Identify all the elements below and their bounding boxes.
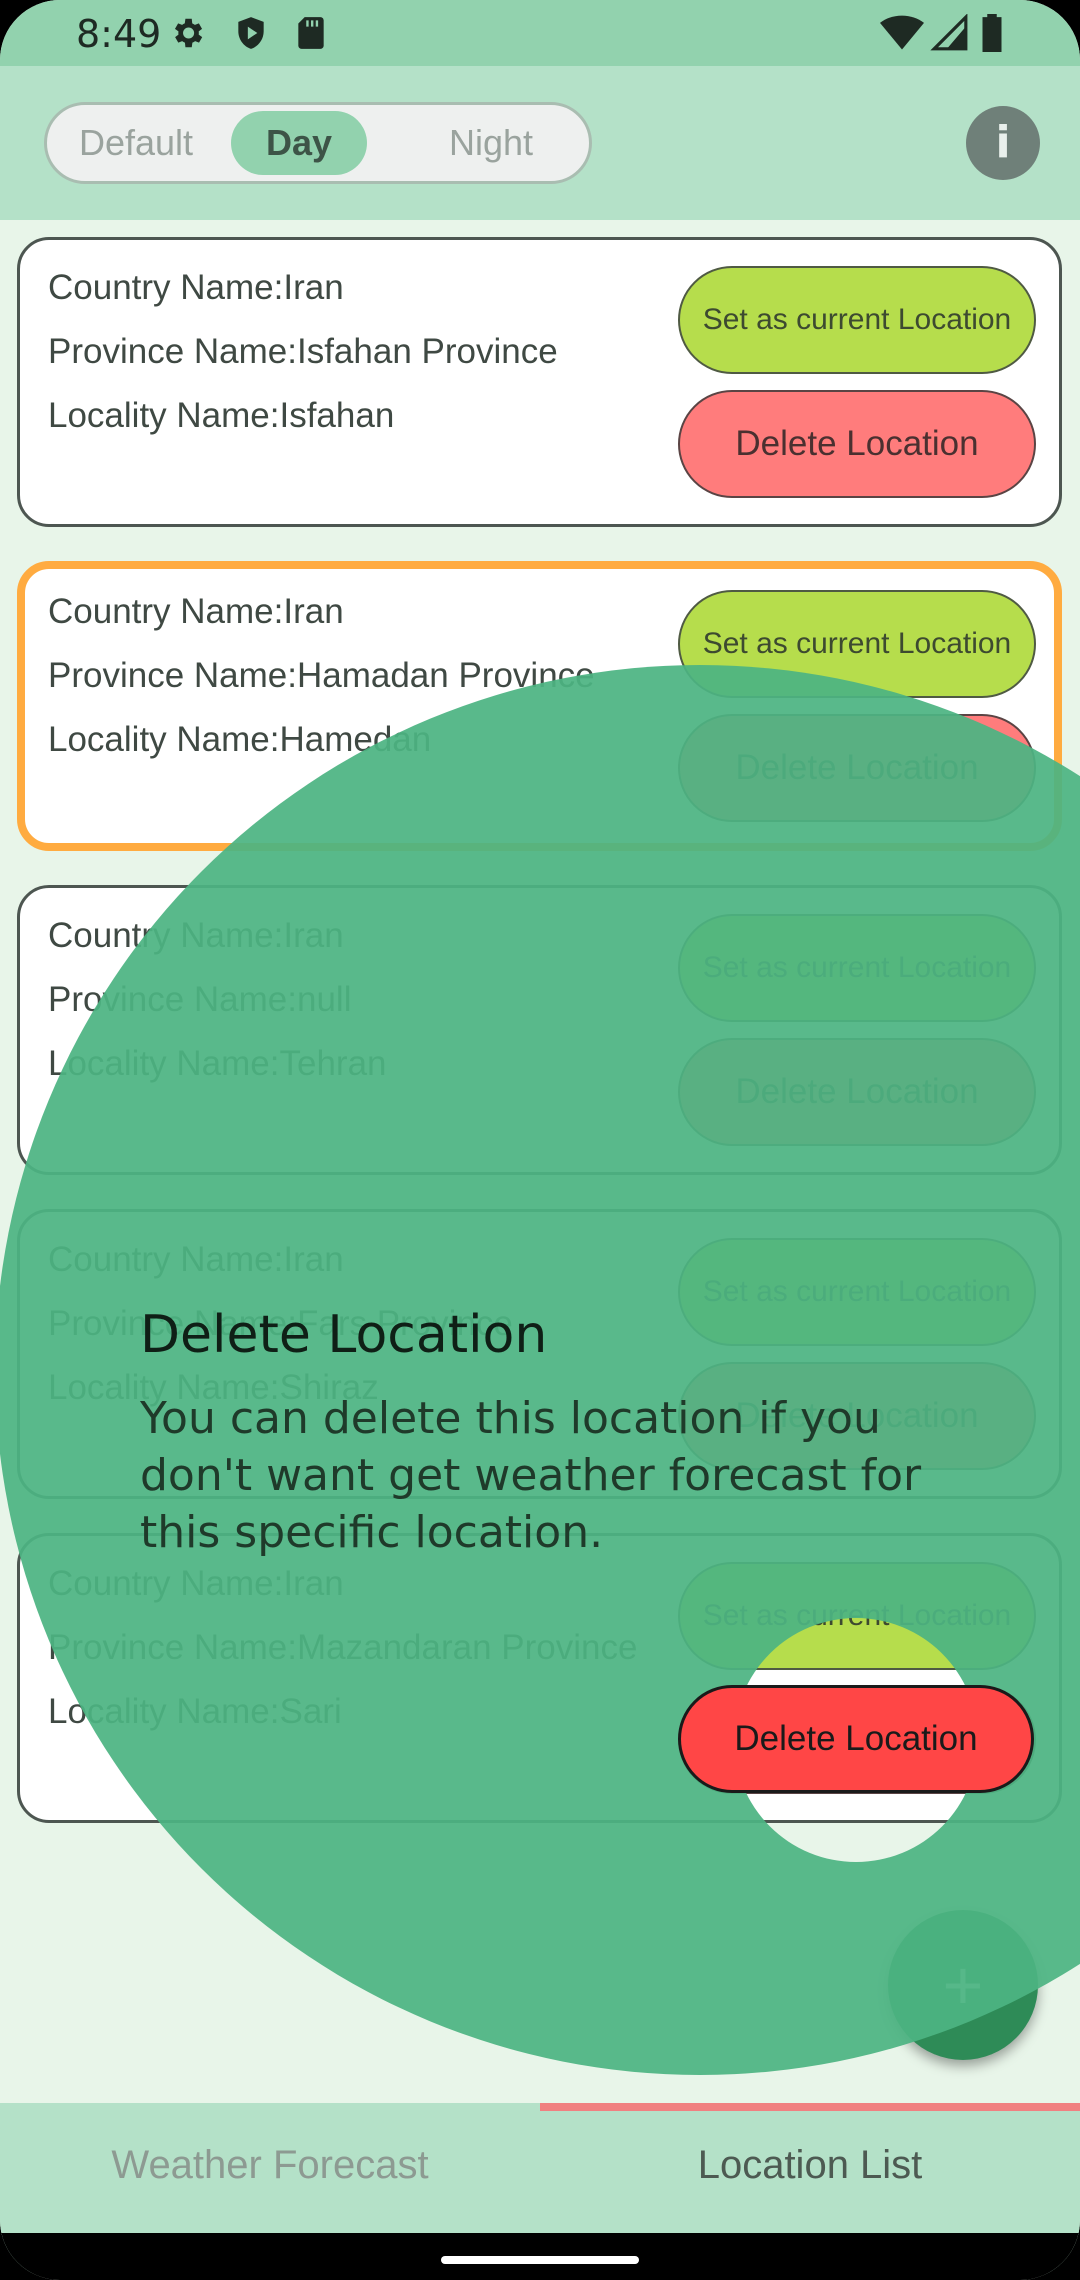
set-current-location-button[interactable]: Set as current Location	[678, 914, 1036, 1022]
location-card[interactable]: Country Name:Iran Province Name:null Loc…	[17, 885, 1062, 1175]
set-current-location-button[interactable]: Set as current Location	[678, 266, 1036, 374]
home-gesture-handle[interactable]	[441, 2256, 639, 2264]
phone-screen: 8:49 Default Day Night i Country Name:Ir…	[0, 0, 1080, 2280]
status-bar: 8:49	[0, 0, 1080, 66]
locality-name: Locality Name:Isfahan	[48, 396, 395, 435]
theme-selector: Default Day Night	[44, 102, 592, 184]
sd-card-icon	[298, 17, 324, 49]
highlighted-delete-location-button[interactable]: Delete Location	[678, 1685, 1034, 1793]
app-top-bar: Default Day Night i	[0, 66, 1080, 220]
country-name: Country Name:Iran	[48, 916, 344, 955]
tab-weather-forecast[interactable]: Weather Forecast	[0, 2143, 540, 2188]
country-name: Country Name:Iran	[48, 1240, 344, 1279]
showcase-title: Delete Location	[140, 1305, 548, 1365]
set-current-location-button[interactable]: Set as current Location	[678, 1238, 1036, 1346]
province-name: Province Name:Mazandaran Province	[48, 1628, 638, 1667]
battery-icon	[982, 14, 1002, 52]
shield-icon	[238, 17, 264, 49]
country-name: Country Name:Iran	[48, 268, 344, 307]
showcase-description: You can delete this location if you don'…	[140, 1393, 922, 1558]
info-button[interactable]: i	[966, 106, 1040, 180]
locality-name: Locality Name:Hamedan	[48, 720, 432, 759]
location-card[interactable]: Country Name:Iran Province Name:Isfahan …	[17, 237, 1062, 527]
theme-option-day[interactable]: Day	[231, 111, 367, 175]
tab-location-list[interactable]: Location List	[540, 2143, 1080, 2188]
province-name: Province Name:Isfahan Province	[48, 332, 558, 371]
set-current-location-button[interactable]: Set as current Location	[678, 1562, 1036, 1670]
theme-option-night[interactable]: Night	[403, 105, 579, 181]
status-time: 8:49	[76, 12, 162, 56]
delete-location-button[interactable]: Delete Location	[678, 390, 1036, 498]
delete-location-button[interactable]: Delete Location	[678, 1038, 1036, 1146]
gear-icon	[174, 18, 203, 48]
info-icon: i	[995, 117, 1011, 168]
plus-icon: +	[942, 1946, 984, 2024]
locality-name: Locality Name:Tehran	[48, 1044, 387, 1083]
location-card-selected[interactable]: Country Name:Iran Province Name:Hamadan …	[17, 561, 1062, 851]
province-name: Province Name:null	[48, 980, 352, 1019]
theme-option-default[interactable]: Default	[47, 105, 225, 181]
locality-name: Locality Name:Sari	[48, 1692, 342, 1731]
country-name: Country Name:Iran	[48, 1564, 344, 1603]
province-name: Province Name:Hamadan Province	[48, 656, 595, 695]
cell-signal-icon	[930, 14, 968, 51]
add-location-button[interactable]: +	[888, 1910, 1038, 2060]
country-name: Country Name:Iran	[48, 592, 344, 631]
delete-location-button[interactable]: Delete Location	[678, 714, 1036, 822]
wifi-icon	[880, 15, 924, 50]
set-current-location-button[interactable]: Set as current Location	[678, 590, 1036, 698]
active-tab-indicator	[540, 2103, 1080, 2111]
